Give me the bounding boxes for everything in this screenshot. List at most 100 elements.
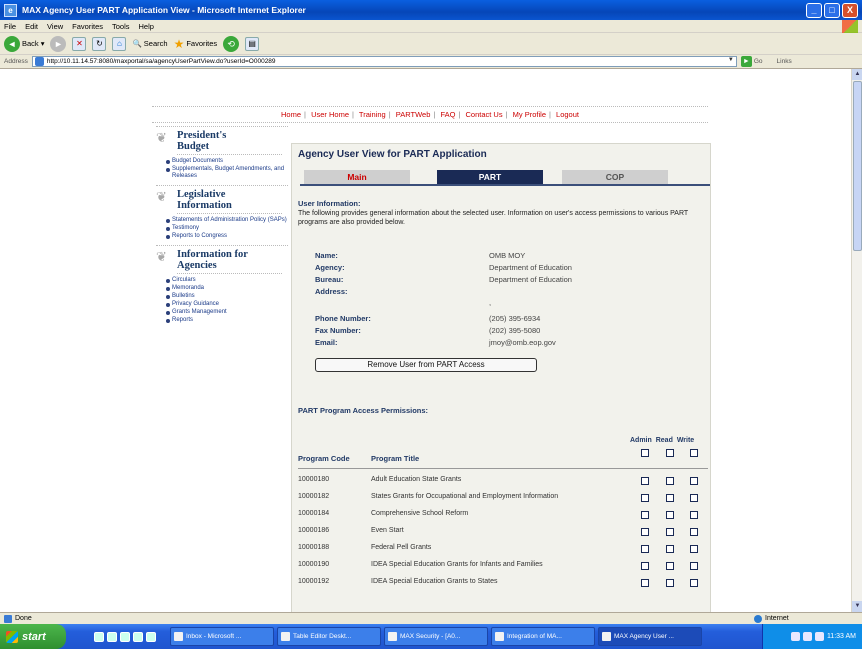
refresh-button[interactable]: ↻ — [92, 36, 107, 51]
go-label: Go — [753, 58, 763, 65]
taskbar-item-inbox[interactable]: Inbox - Microsoft ... — [170, 627, 274, 646]
read-checkbox[interactable] — [666, 494, 674, 502]
sidebar-heading[interactable]: Legislative Information — [177, 189, 282, 214]
nav-my-profile[interactable]: My Profile — [513, 110, 546, 119]
minimize-button[interactable]: _ — [806, 2, 822, 18]
menu-favorites[interactable]: Favorites — [72, 22, 103, 31]
address-input[interactable]: http://10.11.14.57:8080/maxportal/sa/age… — [31, 56, 737, 67]
nav-faq[interactable]: FAQ — [440, 110, 455, 119]
window-titlebar[interactable]: e MAX Agency User PART Application View … — [0, 0, 862, 20]
taskbar-item-max-security[interactable]: MAX Security - [A0... — [384, 627, 488, 646]
select-all-admin-checkbox[interactable] — [641, 449, 649, 457]
menu-file[interactable]: File — [4, 22, 16, 31]
write-checkbox[interactable] — [690, 477, 698, 485]
admin-checkbox[interactable] — [641, 562, 649, 570]
write-checkbox[interactable] — [690, 494, 698, 502]
sidebar-link-reports[interactable]: Reports — [166, 317, 288, 324]
stop-button[interactable]: ✕ — [72, 36, 87, 51]
quick-launch-icon[interactable] — [107, 631, 117, 642]
nav-user-home[interactable]: User Home — [311, 110, 349, 119]
clock: 11:33 AM — [826, 633, 856, 640]
forward-button[interactable]: ► — [50, 35, 67, 52]
fax-label: Fax Number: — [315, 326, 361, 335]
quick-launch-icon[interactable] — [120, 631, 130, 642]
write-checkbox[interactable] — [690, 528, 698, 536]
user-info-description: The following provides general informati… — [298, 210, 689, 226]
nav-logout[interactable]: Logout — [556, 110, 579, 119]
admin-checkbox[interactable] — [641, 477, 649, 485]
tray-icon[interactable] — [814, 632, 824, 641]
read-checkbox[interactable] — [666, 528, 674, 536]
taskbar-item-integration[interactable]: Integration of MA... — [491, 627, 595, 646]
sidebar-presidents-budget: ❦ President's Budget Budget Documents Sup… — [156, 126, 288, 180]
sidebar-link-supplementals[interactable]: Supplementals, Budget Amendments, and Re… — [166, 166, 288, 180]
nav-home[interactable]: Home — [281, 110, 301, 119]
read-checkbox[interactable] — [666, 545, 674, 553]
taskbar-item-table-editor[interactable]: Table Editor Deskt... — [277, 627, 381, 646]
sidebar-link-budget-documents[interactable]: Budget Documents — [166, 158, 288, 165]
nav-training[interactable]: Training — [359, 110, 386, 119]
menu-edit[interactable]: Edit — [25, 22, 38, 31]
menu-view[interactable]: View — [47, 22, 63, 31]
write-checkbox[interactable] — [690, 579, 698, 587]
admin-checkbox[interactable] — [641, 511, 649, 519]
sidebar-heading[interactable]: Information for Agencies — [177, 249, 282, 274]
sidebar-link-saps[interactable]: Statements of Administration Policy (SAP… — [166, 217, 288, 224]
scroll-thumb[interactable] — [853, 81, 862, 251]
sidebar-link-testimony[interactable]: Testimony — [166, 225, 288, 232]
tray-icon[interactable] — [802, 632, 812, 641]
page-viewport: Home | User Home | Training | PARTWeb | FAQ |… — [0, 69, 851, 612]
admin-checkbox[interactable] — [641, 579, 649, 587]
sidebar-link-circulars[interactable]: Circulars — [166, 277, 288, 284]
menu-help[interactable]: Help — [139, 22, 154, 31]
tab-main[interactable]: Main — [304, 170, 410, 184]
quick-launch-icon[interactable] — [94, 631, 104, 642]
go-button[interactable]: ► Go — [740, 56, 763, 67]
taskbar-item-max-agency-user[interactable]: MAX Agency User ... — [598, 627, 702, 646]
sidebar-link-memoranda[interactable]: Memoranda — [166, 285, 288, 292]
close-button[interactable]: X — [842, 2, 858, 18]
col-write: Write — [676, 437, 695, 444]
history-button[interactable]: ⟲ — [223, 35, 240, 52]
quick-launch-icon[interactable] — [146, 631, 156, 642]
read-checkbox[interactable] — [666, 511, 674, 519]
nav-contact-us[interactable]: Contact Us — [466, 110, 503, 119]
admin-checkbox[interactable] — [641, 545, 649, 553]
read-checkbox[interactable] — [666, 562, 674, 570]
links-button[interactable]: Links — [777, 58, 792, 65]
search-button[interactable]: 🔍 Search — [132, 39, 167, 48]
scroll-down-icon[interactable]: ▼ — [852, 601, 862, 612]
sidebar-link-privacy-guidance[interactable]: Privacy Guidance — [166, 301, 288, 308]
tray-icon[interactable] — [790, 632, 800, 641]
favorites-button[interactable]: ★ Favorites — [174, 37, 218, 51]
menu-tools[interactable]: Tools — [112, 22, 130, 31]
home-button[interactable]: ⌂ — [112, 36, 127, 51]
select-all-read-checkbox[interactable] — [666, 449, 674, 457]
write-checkbox[interactable] — [690, 511, 698, 519]
program-code: 10000180 — [298, 476, 330, 483]
maximize-button[interactable]: □ — [824, 2, 840, 18]
read-checkbox[interactable] — [666, 477, 674, 485]
sidebar-link-reports-to-congress[interactable]: Reports to Congress — [166, 233, 288, 240]
remove-user-button[interactable]: Remove User from PART Access — [315, 358, 537, 372]
admin-checkbox[interactable] — [641, 494, 649, 502]
sidebar-heading[interactable]: President's Budget — [177, 130, 282, 155]
select-all-write-checkbox[interactable] — [690, 449, 698, 457]
scroll-up-icon[interactable]: ▲ — [852, 69, 862, 80]
quick-launch-icon[interactable] — [133, 631, 143, 642]
start-button[interactable]: start — [0, 624, 66, 649]
print-button[interactable]: ▤ — [245, 36, 260, 51]
read-checkbox[interactable] — [666, 579, 674, 587]
col-program-title: Program Title — [371, 454, 420, 463]
nav-partweb[interactable]: PARTWeb — [396, 110, 431, 119]
sidebar-link-grants-management[interactable]: Grants Management — [166, 309, 288, 316]
chevron-down-icon[interactable]: ▼ — [726, 57, 736, 66]
write-checkbox[interactable] — [690, 545, 698, 553]
vertical-scrollbar[interactable]: ▲ ▼ — [851, 69, 862, 612]
tab-part[interactable]: PART — [437, 170, 543, 184]
write-checkbox[interactable] — [690, 562, 698, 570]
admin-checkbox[interactable] — [641, 528, 649, 536]
tab-cop[interactable]: COP — [562, 170, 668, 184]
sidebar-link-bulletins[interactable]: Bulletins — [166, 293, 288, 300]
back-button[interactable]: ◄ Back ▾ — [4, 35, 44, 52]
